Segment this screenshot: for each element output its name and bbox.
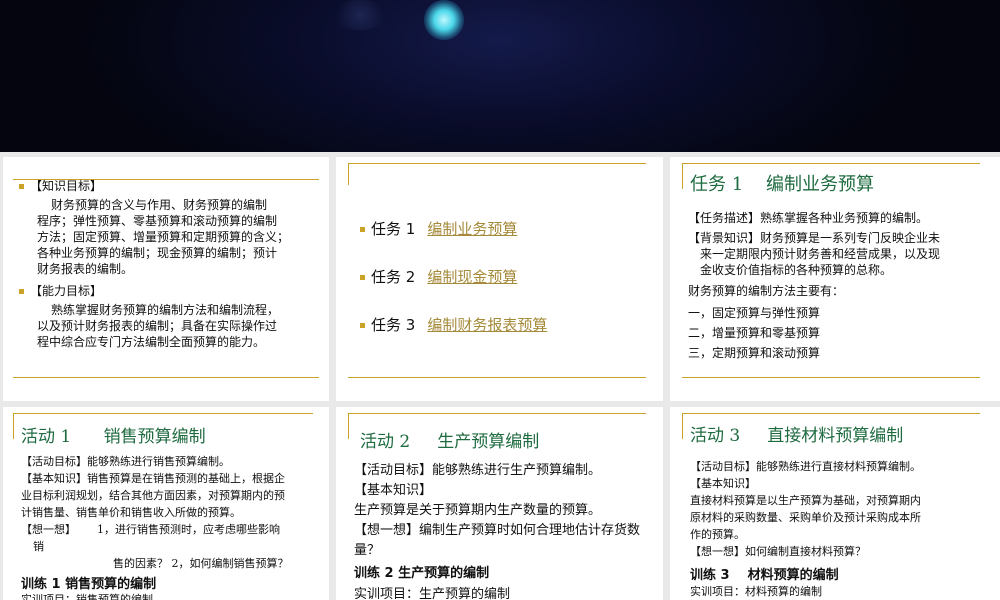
divider [13,377,319,378]
faint-glow [330,0,390,30]
divider [348,163,646,164]
divider [682,163,980,164]
methods-list: 一，固定预算与弹性预算 二，增量预算和零基预算 三，定期预算和滚动预算 [688,306,821,360]
slide-task-1[interactable]: 任务 1 编制业务预算 【任务描述】熟练掌握各种业务预算的编制。 【背景知识】财… [670,157,1000,401]
slide-title: 活动 1 销售预算编制 [21,427,206,447]
divider [13,413,313,414]
activity-text: 【活动目标】能够熟练进行直接材料预算编制。 【基本知识】 直接材料预算是以生产预… [690,460,921,558]
training-heading: 训练 3 材料预算的编制 [690,568,839,583]
activity-text: 【活动目标】能够熟练进行生产预算编制。 【基本知识】 生产预算是关于预算期内生产… [354,463,641,558]
cyan-light-orb [424,0,464,40]
divider [682,163,683,189]
bullet-icon [19,289,24,294]
bullet-icon [360,227,365,232]
slide-activity-1[interactable]: 活动 1 销售预算编制 【活动目标】能够熟练进行销售预算编制。 【基本知识】销售… [3,407,329,600]
divider [348,163,349,185]
ability-heading: 【能力目标】 [19,283,102,299]
divider [348,413,349,439]
training-heading: 训练 2 生产预算的编制 [354,566,490,581]
training-heading: 训练 1 销售预算的编制 [21,577,157,592]
ability-text: 熟练掌握财务预算的编制方法和编制流程， 以及预计财务报表的编制；具备在实际操作过… [37,303,280,349]
background-knowledge: 【背景知识】财务预算是一系列专门反映企业未 来一定期限内预计财务善和经营成果，以… [688,231,941,277]
training-item: 实训项目：材料预算的编制 [690,585,822,598]
knowledge-text: 财务预算的含义与作用、财务预算的编制 程序；弹性预算、零基预算和滚动预算的编制 … [37,198,290,276]
task-item-2[interactable]: 任务 2 编制现金预算 [360,266,517,287]
activity-text: 【活动目标】能够熟练进行销售预算编制。 【基本知识】销售预算是在销售预测的基础上… [21,455,289,570]
divider [682,413,980,414]
slide-task-list[interactable]: 任务 1 编制业务预算 任务 2 编制现金预算 任务 3 编制财务报表预算 [336,157,663,401]
slide-title: 活动 2 生产预算编制 [360,432,540,452]
slide-title: 任务 1 编制业务预算 [690,174,875,195]
bullet-icon [360,275,365,280]
banner-image [0,0,1000,152]
divider [682,377,980,378]
task-link-3[interactable]: 编制财务报表预算 [427,316,547,334]
bullet-icon [19,184,24,189]
task-item-3[interactable]: 任务 3 编制财务报表预算 [360,314,547,335]
divider [348,413,646,414]
slide-objectives[interactable]: 【知识目标】 财务预算的含义与作用、财务预算的编制 程序；弹性预算、零基预算和滚… [3,157,329,401]
divider [682,413,683,439]
slide-activity-2[interactable]: 活动 2 生产预算编制 【活动目标】能够熟练进行生产预算编制。 【基本知识】 生… [336,407,663,600]
knowledge-heading: 【知识目标】 [19,178,102,194]
task-description: 【任务描述】熟练掌握各种业务预算的编制。 [688,211,929,225]
slide-activity-3[interactable]: 活动 3 直接材料预算编制 【活动目标】能够熟练进行直接材料预算编制。 【基本知… [670,407,1000,600]
divider [348,377,646,378]
task-item-1[interactable]: 任务 1 编制业务预算 [360,218,517,239]
divider [13,413,14,439]
methods-heading: 财务预算的编制方法主要有： [688,284,845,298]
training-item: 实训项目：生产预算的编制 [354,587,511,600]
training-item: 实训项目：销售预算的编制 [21,593,153,600]
task-link-1[interactable]: 编制业务预算 [427,220,517,238]
slide-title: 活动 3 直接材料预算编制 [690,426,904,446]
bullet-icon [360,323,365,328]
task-link-2[interactable]: 编制现金预算 [427,268,517,286]
